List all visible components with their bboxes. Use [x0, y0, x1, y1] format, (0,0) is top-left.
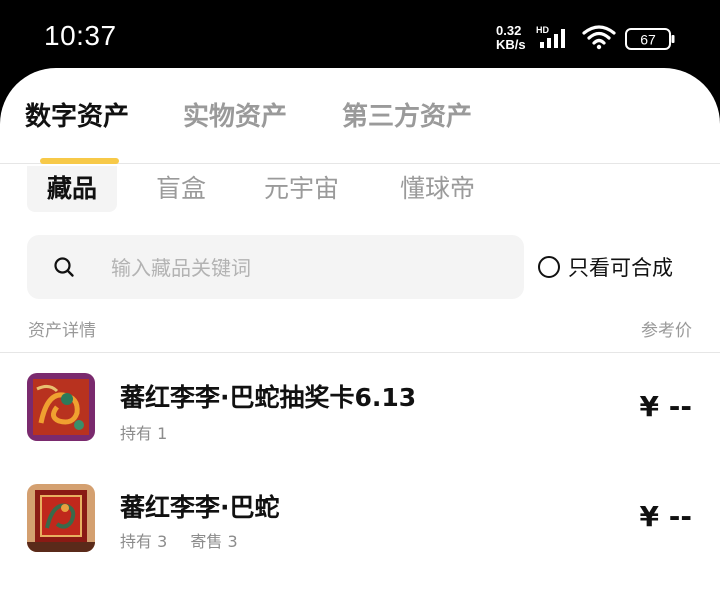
- asset-name: 蕃红李李·巴蛇抽奖卡6.13: [120, 383, 417, 412]
- asset-hold-count: 持有 3: [120, 532, 168, 551]
- main-tabs: 数字资产 实物资产 第三方资产: [0, 68, 720, 164]
- subtab-dongqiudi[interactable]: 懂球帝: [380, 166, 495, 212]
- subtab-collectibles[interactable]: 藏品: [27, 166, 118, 212]
- subtab-metaverse[interactable]: 元宇宙: [244, 166, 359, 212]
- network-speed: 0.32 KB/s: [496, 24, 526, 52]
- asset-thumbnail-dragon-box: [27, 484, 95, 552]
- asset-row[interactable]: 蕃红李李·巴蛇抽奖卡6.13 持有 1 ¥ --: [0, 354, 720, 464]
- tab-third-party-assets[interactable]: 第三方资产: [342, 96, 472, 133]
- network-speed-unit: KB/s: [496, 37, 526, 52]
- asset-meta: 持有 1: [120, 420, 185, 444]
- asset-meta: 持有 3 寄售 3: [120, 528, 256, 552]
- battery-level: 67: [640, 32, 656, 48]
- tab-digital-assets[interactable]: 数字资产: [25, 96, 129, 133]
- radio-circle-icon[interactable]: [538, 256, 560, 278]
- asset-price: ¥ --: [639, 500, 692, 533]
- asset-consign-count: 寄售 3: [190, 532, 238, 551]
- asset-price: ¥ --: [639, 390, 692, 423]
- list-header: 资产详情 参考价: [0, 312, 720, 353]
- asset-name: 蕃红李李·巴蛇: [120, 493, 280, 522]
- subtab-blind-box[interactable]: 盲盒: [136, 166, 226, 212]
- asset-row[interactable]: 蕃红李李·巴蛇 持有 3 寄售 3 ¥ --: [0, 464, 720, 574]
- asset-hold-count: 持有 1: [120, 424, 168, 443]
- status-time: 10:37: [44, 20, 117, 51]
- asset-thumbnail-dragon-card: [27, 373, 95, 441]
- signal-hd-label: HD: [536, 25, 549, 35]
- search-box: [27, 235, 524, 301]
- tab-physical-assets[interactable]: 实物资产: [183, 96, 287, 133]
- assets-sheet: 数字资产 实物资产 第三方资产 藏品 盲盒 元宇宙 懂球帝 只看可合成 资产详情…: [0, 68, 720, 591]
- filter-label: 只看可合成: [568, 256, 673, 280]
- search-icon: [54, 257, 74, 277]
- network-speed-value: 0.32: [496, 23, 522, 38]
- wifi-icon: [582, 25, 616, 50]
- battery-icon: 67: [625, 28, 675, 50]
- cellular-signal-icon: HD: [536, 25, 565, 48]
- status-bar: 10:37 0.32 KB/s HD 67: [0, 0, 720, 70]
- asset-details-header: 资产详情: [28, 321, 96, 341]
- sub-tabs: 藏品 盲盒 元宇宙 懂球帝: [0, 164, 720, 214]
- reference-price-header: 参考价: [641, 321, 692, 341]
- search-input[interactable]: [109, 235, 513, 301]
- synthesizable-only-toggle[interactable]: 只看可合成: [538, 252, 673, 282]
